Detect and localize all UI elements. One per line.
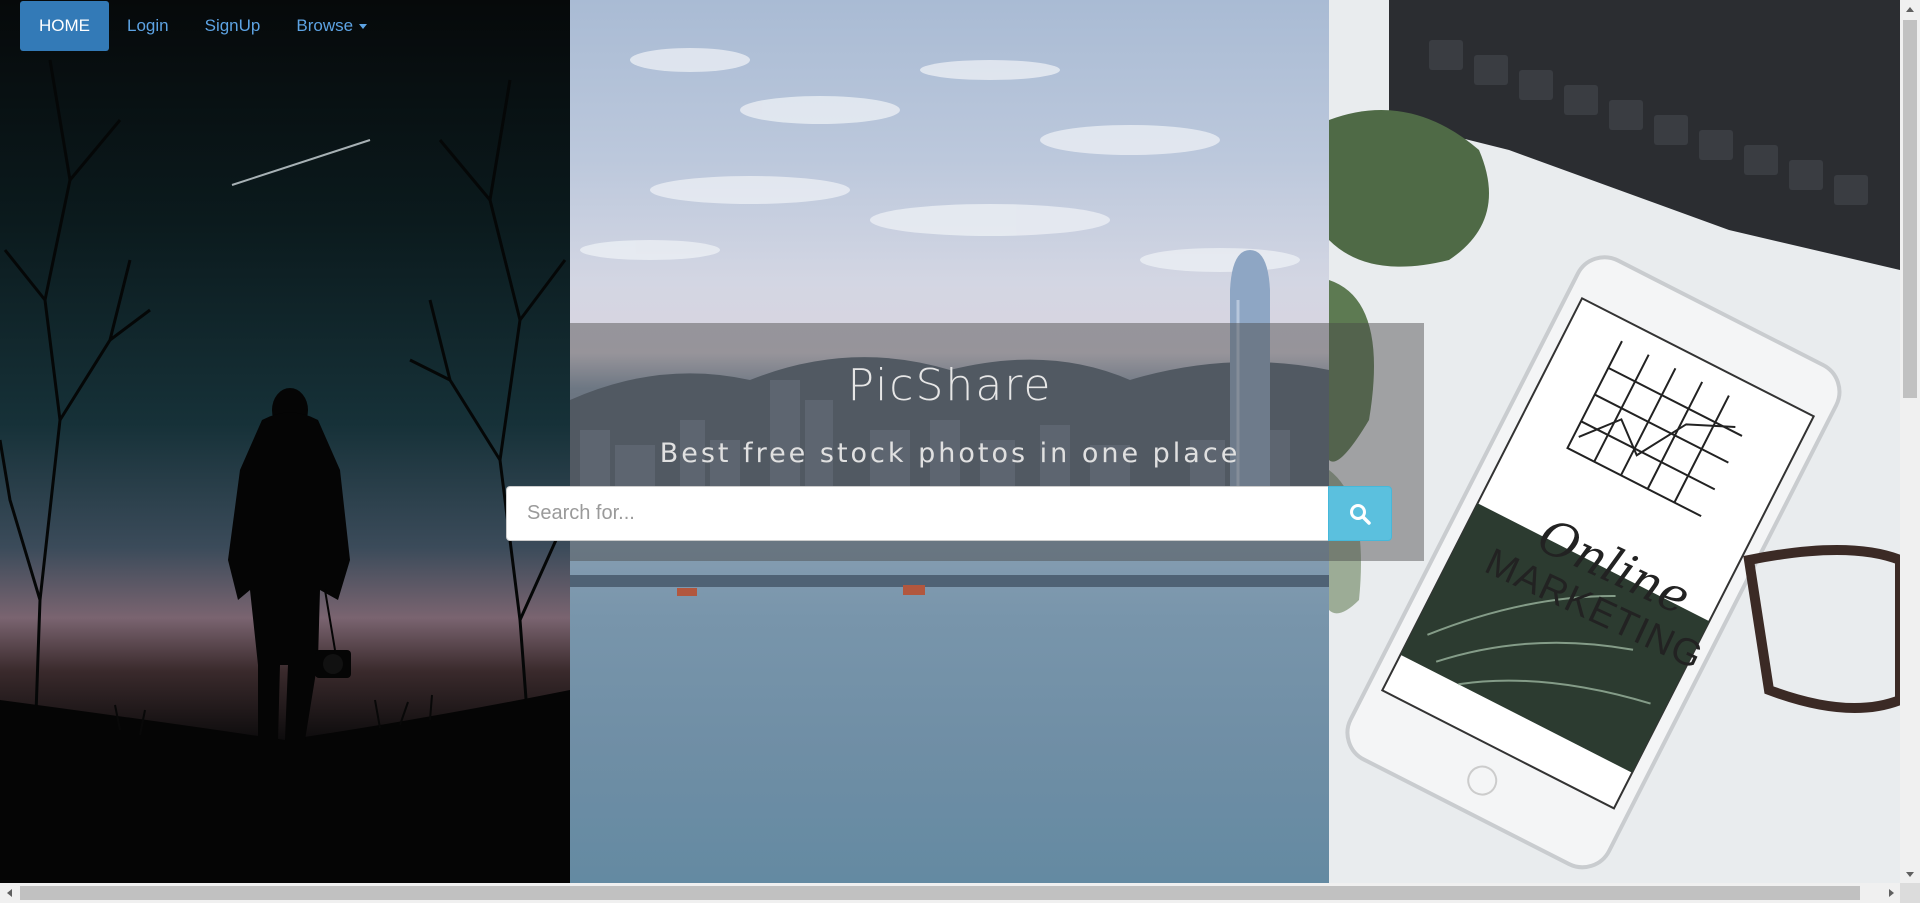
nav-home[interactable]: HOME (20, 1, 109, 51)
caret-down-icon (359, 23, 368, 29)
scroll-right-arrow-icon[interactable] (1882, 883, 1900, 903)
nav-signup-label: SignUp (204, 16, 261, 35)
hero-subtitle: Best free stock photos in one place (659, 438, 1241, 469)
nav-browse-label: Browse (296, 16, 354, 35)
vertical-scrollbar[interactable] (1900, 0, 1920, 883)
background-photo-silhouette (0, 0, 570, 883)
scroll-down-arrow-icon[interactable] (1900, 865, 1920, 883)
nav-home-label: HOME (39, 16, 90, 35)
search-icon (1350, 503, 1371, 525)
navbar: HOME Login SignUp Browse (20, 0, 385, 52)
nav-login[interactable]: Login (109, 0, 187, 52)
search-group (506, 486, 1392, 541)
horizontal-scroll-thumb[interactable] (20, 886, 1860, 900)
nav-login-label: Login (127, 16, 169, 35)
scroll-left-arrow-icon[interactable] (0, 883, 18, 903)
scroll-up-arrow-icon[interactable] (1900, 0, 1920, 18)
search-input[interactable] (506, 486, 1328, 541)
search-button[interactable] (1328, 486, 1392, 541)
nav-signup[interactable]: SignUp (187, 0, 279, 52)
viewport: Online MARKETING HOME Login SignUp Brows… (0, 0, 1900, 883)
horizontal-scrollbar[interactable] (0, 883, 1900, 903)
nav-browse-dropdown[interactable]: Browse (278, 0, 385, 52)
scrollbar-corner (1900, 883, 1920, 903)
hero-title: PicShare (847, 360, 1053, 411)
vertical-scroll-thumb[interactable] (1903, 20, 1917, 398)
